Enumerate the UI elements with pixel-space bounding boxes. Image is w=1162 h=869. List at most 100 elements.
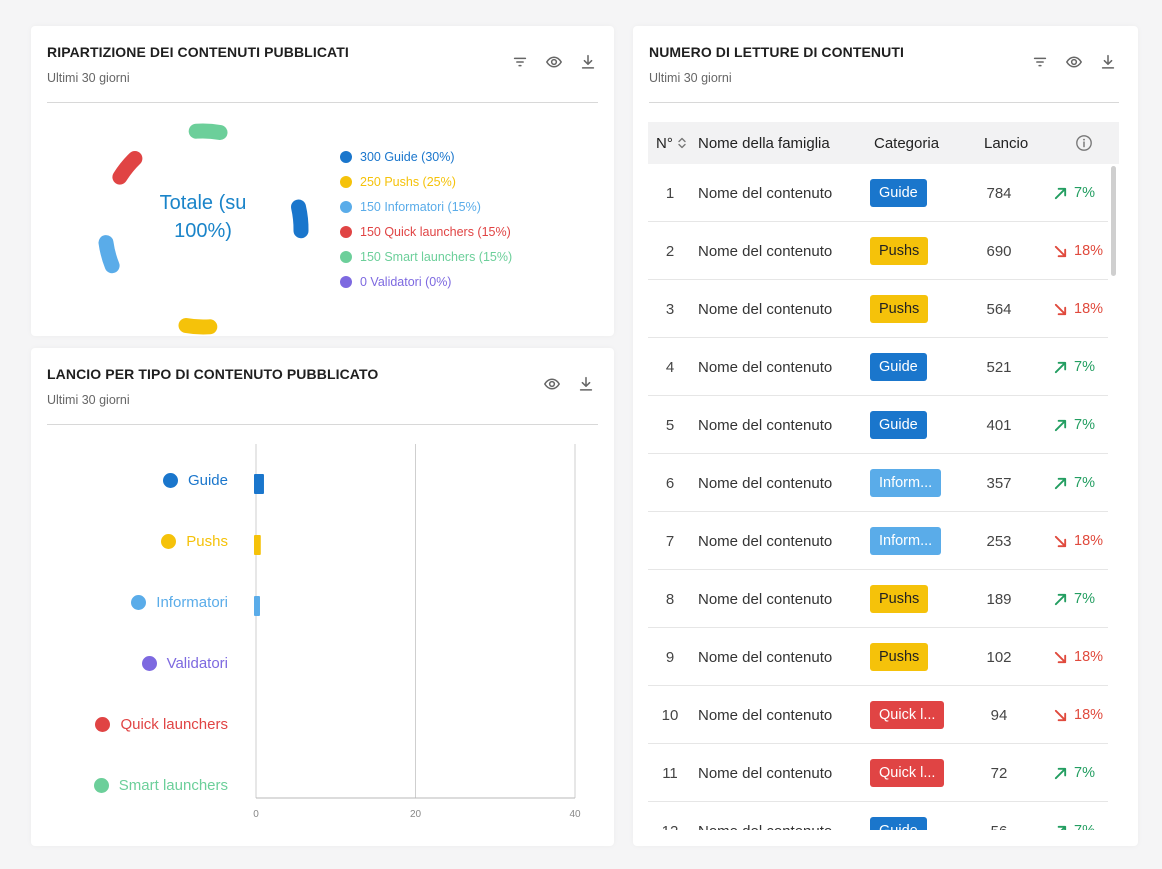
card-subtitle: Ultimi 30 giorni (649, 71, 732, 85)
legend-item[interactable]: 150 Smart launchers (15%) (340, 244, 512, 269)
pie-slice-informatori[interactable] (98, 235, 120, 274)
info-icon[interactable] (1075, 134, 1093, 156)
legend-item[interactable]: 0 Validatori (0%) (340, 269, 512, 294)
category-dot (141, 655, 157, 671)
row-number: 4 (665, 358, 675, 376)
column-header-lancio: Lancio (984, 134, 1029, 152)
content-name: Nome del contenuto (698, 242, 833, 260)
trend-cell: 18% (1053, 280, 1108, 338)
trend-percent: 18% (1074, 243, 1104, 259)
category-badge: Guide (870, 179, 927, 207)
download-icon[interactable] (578, 52, 598, 72)
table-scrollbar[interactable] (1111, 166, 1116, 276)
trend-cell: 18% (1053, 512, 1108, 570)
x-tick-label: 0 (253, 809, 259, 820)
content-name: Nome del contenuto (698, 416, 833, 434)
row-number: 12 (656, 802, 684, 831)
table-row[interactable]: 1 Nome del contenuto Guide 784 7% (648, 164, 1108, 222)
trend-percent: 7% (1074, 359, 1095, 375)
legend-dot (340, 275, 352, 288)
category-cell: Guide (870, 164, 927, 222)
trend-cell: 7% (1053, 396, 1108, 454)
trend-cell: 7% (1053, 744, 1108, 802)
pie-slice-pushs[interactable] (178, 318, 218, 335)
lancio-value: 56 (974, 802, 1024, 831)
content-name: Nome del contenuto (698, 706, 833, 724)
table-row[interactable]: 7 Nome del contenuto Inform... 253 18% (648, 512, 1108, 570)
legend-label: 150 Quick launchers (15%) (360, 224, 511, 239)
legend-dot (340, 225, 352, 238)
table-row[interactable]: 12 Nome del contenuto Guide 56 7% (648, 802, 1108, 830)
content-name: Nome del contenuto (698, 802, 832, 831)
table-row[interactable]: 11 Nome del contenuto Quick l... 72 7% (648, 744, 1108, 802)
legend-dot (340, 250, 352, 263)
pie-slice-quick-launchers[interactable] (112, 151, 143, 185)
category-badge: Guide (870, 817, 927, 830)
bar-pushs[interactable] (254, 535, 261, 555)
content-name: Nome del contenuto (698, 764, 833, 782)
card-toolbar (1030, 52, 1118, 72)
sort-icon[interactable] (677, 136, 687, 150)
download-icon[interactable] (1098, 52, 1118, 72)
category-badge: Guide (870, 411, 927, 439)
legend-dot (340, 150, 352, 163)
pie-slice-guide[interactable] (291, 199, 309, 239)
content-name: Nome del contenuto (698, 358, 833, 376)
legend-item[interactable]: 150 Informatori (15%) (340, 194, 512, 219)
trend-percent: 18% (1074, 533, 1104, 549)
trend-percent: 7% (1074, 765, 1095, 781)
legend-label: 150 Informatori (15%) (360, 199, 481, 214)
row-number: 11 (662, 764, 678, 782)
trend-percent: 18% (1074, 649, 1104, 665)
column-header-n[interactable]: N° (656, 135, 687, 152)
table-row[interactable]: 6 Nome del contenuto Inform... 357 7% (648, 454, 1108, 512)
bar-category-label: Pushs (161, 531, 228, 551)
legend-item[interactable]: 150 Quick launchers (15%) (340, 219, 512, 244)
category-badge: Pushs (870, 237, 929, 265)
category-cell: Pushs (870, 280, 929, 338)
table-row[interactable]: 5 Nome del contenuto Guide 401 7% (648, 396, 1108, 454)
bar-informatori[interactable] (254, 596, 260, 616)
trend-up-icon (1054, 361, 1067, 373)
eye-icon[interactable] (1064, 52, 1084, 72)
trend-percent: 7% (1074, 823, 1095, 830)
bar-guide[interactable] (254, 474, 264, 494)
table-row[interactable]: 8 Nome del contenuto Pushs 189 7% (648, 570, 1108, 628)
bar-category-label: Informatori (131, 592, 228, 612)
legend-item[interactable]: 300 Guide (30%) (340, 144, 512, 169)
filter-icon[interactable] (510, 52, 530, 72)
legend-item[interactable]: 250 Pushs (25%) (340, 169, 512, 194)
table-row[interactable]: 10 Nome del contenuto Quick l... 94 18% (648, 686, 1108, 744)
content-name: Nome del contenuto (698, 590, 833, 608)
lancio-value: 521 (986, 358, 1012, 376)
category-badge: Inform... (870, 469, 942, 497)
legend-label: 0 Validatori (0%) (360, 274, 452, 289)
category-cell: Guide (870, 396, 927, 454)
category-badge: Pushs (870, 643, 929, 671)
divider (47, 102, 598, 103)
table-row[interactable]: 9 Nome del contenuto Pushs 102 18% (648, 628, 1108, 686)
eye-icon[interactable] (544, 52, 564, 72)
legend-dot (340, 175, 352, 188)
category-cell: Pushs (870, 222, 929, 280)
lancio-value: 564 (986, 300, 1012, 318)
lancio-value: 72 (990, 764, 1008, 782)
divider (649, 102, 1119, 103)
row-number: 7 (665, 532, 675, 550)
lancio-value: 189 (986, 590, 1012, 608)
bar-category-label: Smart launchers (93, 775, 228, 795)
row-number: 2 (665, 242, 675, 260)
table-row[interactable]: 3 Nome del contenuto Pushs 564 18% (648, 280, 1108, 338)
trend-percent: 7% (1074, 417, 1095, 433)
lancio-value: 401 (986, 416, 1012, 434)
category-cell: Pushs (870, 628, 929, 686)
category-dot (131, 594, 147, 610)
category-badge: Pushs (870, 585, 929, 613)
trend-up-icon (1054, 477, 1067, 489)
lancio-value: 784 (986, 184, 1012, 202)
trend-cell: 18% (1053, 628, 1108, 686)
table-row[interactable]: 4 Nome del contenuto Guide 521 7% (648, 338, 1108, 396)
filter-icon[interactable] (1030, 52, 1050, 72)
table-row[interactable]: 2 Nome del contenuto Pushs 690 18% (648, 222, 1108, 280)
pie-slice-smart-launchers[interactable] (188, 123, 228, 140)
